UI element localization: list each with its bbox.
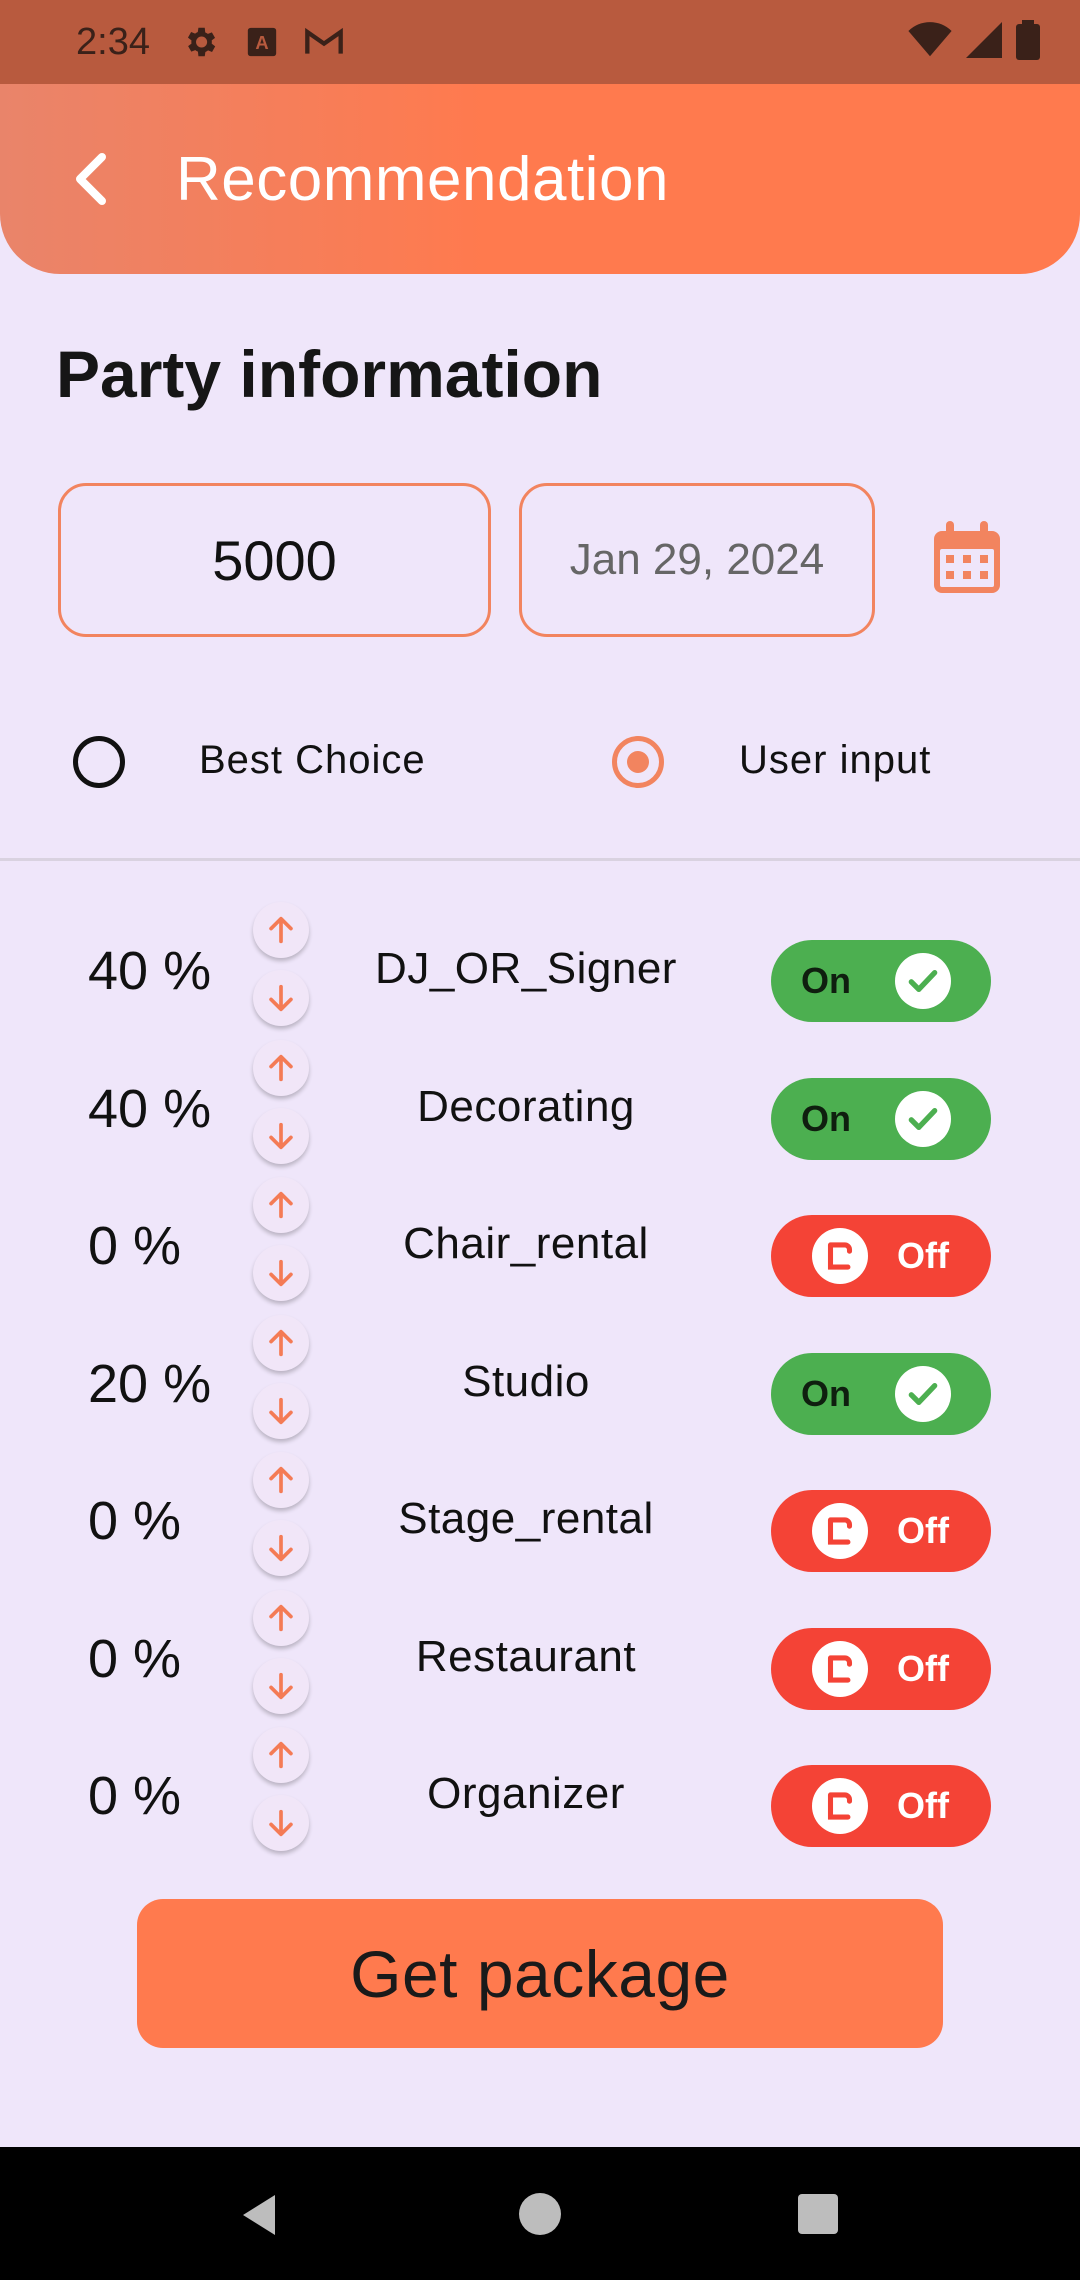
increase-button[interactable] [253, 1314, 309, 1371]
decrease-button[interactable] [253, 1520, 309, 1576]
settings-icon [180, 22, 220, 62]
toggle-label: On [801, 960, 851, 1001]
service-toggle[interactable]: On [771, 1077, 991, 1160]
chevron-left-icon [76, 153, 106, 205]
percent-value: 40 % [88, 941, 212, 1001]
app-bar: Recommendation [0, 84, 1080, 274]
section-title: Party information [56, 337, 603, 411]
increase-button[interactable] [253, 1727, 309, 1783]
calendar-icon[interactable] [932, 521, 1002, 595]
page-title: Recommendation [176, 144, 669, 214]
check-icon [895, 1090, 951, 1147]
service-name: Organizer [427, 1769, 625, 1818]
toggle-label: Off [897, 1647, 949, 1689]
percent-value: 0 % [88, 1766, 182, 1826]
service-row: 40 % Decorating On [0, 1038, 1080, 1176]
nav-home-icon[interactable] [519, 2193, 561, 2235]
arrow-down-icon [269, 1809, 293, 1837]
arrow-down-icon [269, 1534, 293, 1562]
decrease-button[interactable] [253, 1657, 309, 1714]
percent-value: 0 % [88, 1216, 182, 1276]
amount-field[interactable]: 5000 [58, 483, 491, 637]
off-icon [812, 1228, 868, 1284]
percent-value: 0 % [88, 1628, 182, 1689]
increase-button[interactable] [253, 1452, 309, 1508]
service-toggle[interactable]: Off [771, 1627, 991, 1710]
check-icon [895, 1365, 951, 1422]
check-icon [895, 953, 951, 1009]
service-name: Decorating [417, 1081, 635, 1131]
best-choice-label[interactable]: Best Choice [199, 738, 426, 783]
nav-back-icon[interactable] [235, 2191, 283, 2239]
increase-button[interactable] [253, 1177, 309, 1233]
arrow-up-icon [269, 1604, 293, 1631]
nav-recents-icon[interactable] [798, 2194, 838, 2234]
arrow-up-icon [269, 1466, 293, 1494]
decrease-button[interactable] [253, 970, 309, 1026]
get-package-button[interactable]: Get package [137, 1899, 943, 2048]
status-bar: 2:34 A [0, 0, 1080, 84]
arrow-up-icon [269, 1741, 293, 1769]
service-toggle[interactable]: Off [771, 1215, 991, 1297]
best-choice-radio[interactable] [73, 736, 125, 788]
service-row: 20 % Studio On [0, 1313, 1080, 1451]
battery-icon [1016, 19, 1040, 65]
toggle-label: Off [897, 1510, 949, 1551]
arrow-up-icon [269, 1191, 293, 1219]
decrease-button[interactable] [253, 1795, 309, 1851]
signal-icon [966, 21, 1002, 63]
service-row: 0 % Organizer Off [0, 1725, 1080, 1863]
system-nav-bar [0, 2147, 1080, 2280]
increase-button[interactable] [253, 902, 309, 958]
service-name: Stage_rental [398, 1494, 654, 1543]
service-toggle[interactable]: On [771, 1352, 991, 1435]
status-time: 2:34 [76, 20, 150, 63]
toggle-label: On [801, 1372, 851, 1414]
increase-button[interactable] [253, 1039, 309, 1096]
percent-value: 40 % [88, 1078, 212, 1139]
toggle-label: Off [897, 1235, 949, 1276]
increase-button[interactable] [253, 1589, 309, 1646]
service-row: 0 % Restaurant Off [0, 1588, 1080, 1726]
service-toggle[interactable]: On [771, 940, 991, 1022]
toggle-label: On [801, 1097, 851, 1139]
arrow-down-icon [269, 1397, 293, 1424]
service-row: 0 % Chair_rental Off [0, 1175, 1080, 1313]
off-icon [812, 1778, 868, 1834]
decrease-button[interactable] [253, 1382, 309, 1439]
off-icon [812, 1503, 868, 1559]
svg-text:A: A [255, 32, 268, 53]
percent-value: 20 % [88, 1353, 212, 1414]
arrow-down-icon [269, 1672, 293, 1699]
mode-radio-group: Best Choice User input [0, 722, 1080, 802]
service-row: 0 % Stage_rental Off [0, 1450, 1080, 1588]
service-name: Chair_rental [403, 1219, 649, 1268]
service-toggle[interactable]: Off [771, 1490, 991, 1572]
divider [0, 858, 1080, 861]
arrow-up-icon [269, 916, 293, 944]
service-toggle[interactable]: Off [771, 1765, 991, 1847]
gmail-icon [304, 22, 344, 62]
arrow-up-icon [269, 1054, 293, 1081]
percent-value: 0 % [88, 1491, 182, 1551]
toggle-label: Off [897, 1785, 949, 1826]
arrow-down-icon [269, 1259, 293, 1287]
font-icon: A [242, 22, 282, 62]
wifi-icon [908, 21, 952, 63]
back-button[interactable] [50, 139, 130, 219]
decrease-button[interactable] [253, 1107, 309, 1164]
arrow-down-icon [269, 1122, 293, 1149]
user-input-label[interactable]: User input [739, 738, 931, 783]
off-icon [812, 1640, 868, 1697]
service-name: DJ_OR_Signer [375, 944, 677, 993]
user-input-radio[interactable] [612, 736, 664, 788]
arrow-down-icon [269, 984, 293, 1012]
service-name: Studio [462, 1356, 590, 1406]
arrow-up-icon [269, 1329, 293, 1356]
service-name: Restaurant [415, 1631, 637, 1681]
service-row: 40 % DJ_OR_Signer On [0, 900, 1080, 1038]
date-field[interactable]: Jan 29, 2024 [519, 483, 875, 637]
decrease-button[interactable] [253, 1245, 309, 1301]
